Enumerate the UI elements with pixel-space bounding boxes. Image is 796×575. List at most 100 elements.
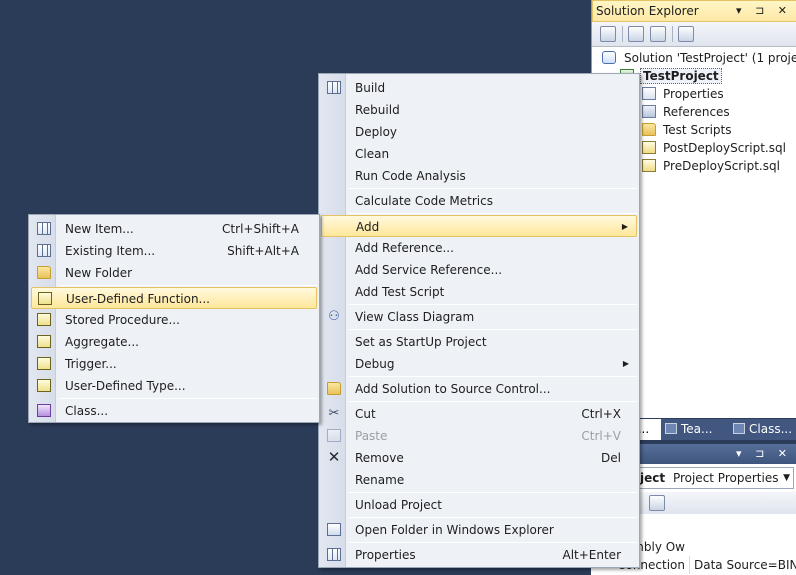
menu-item-shortcut: Alt+Enter [562,548,621,562]
properties-icon [642,87,656,100]
tree-item-postdeployscript[interactable]: PostDeployScript.sql [642,139,786,157]
menu-item-label: Paste [355,429,388,443]
menu-item-label: Clean [355,147,390,161]
menu-item-open-folder[interactable]: Open Folder in Windows Explorer [321,519,637,541]
solution-explorer-title: Solution Explorer [596,4,699,18]
menu-item-debug[interactable]: Debug ▶ [321,353,637,375]
menu-separator [349,401,637,402]
menu-item-shortcut: Del [601,451,621,465]
menu-item-properties[interactable]: Properties Alt+Enter [321,544,637,566]
team-explorer-icon [665,423,677,434]
build-icon [327,81,341,94]
menu-item-add[interactable]: Add ▶ [321,215,637,237]
menu-item-calculate-code-metrics[interactable]: Calculate Code Metrics [321,190,637,212]
menu-item-run-code-analysis[interactable]: Run Code Analysis [321,165,637,187]
menu-item-rebuild[interactable]: Rebuild [321,99,637,121]
menu-item-class[interactable]: Class... [31,400,317,422]
menu-item-label: Debug [355,357,395,371]
open-folder-icon [327,523,341,536]
menu-separator [349,376,637,377]
menu-item-add-service-reference[interactable]: Add Service Reference... [321,259,637,281]
menu-item-label: Calculate Code Metrics [355,194,493,208]
menu-item-label: View Class Diagram [355,310,475,324]
panel-window-controls[interactable]: ▾ ⊐ ✕ [736,1,792,21]
menu-item-label: Open Folder in Windows Explorer [355,523,554,537]
menu-item-unload-project[interactable]: Unload Project [321,494,637,516]
remove-icon: ✕ [327,448,341,466]
tree-item-solution[interactable]: Solution 'TestProject' (1 project) [602,49,796,67]
menu-item-label: Deploy [355,125,398,139]
trigger-icon [37,357,51,370]
menu-item-aggregate[interactable]: Aggregate... [31,331,317,353]
tab-team-explorer[interactable]: Tea... [665,419,712,440]
show-all-files-icon[interactable] [628,26,644,42]
menu-item-paste: Paste Ctrl+V [321,425,637,447]
tree-item-predeployscript[interactable]: PreDeployScript.sql [642,157,780,175]
menu-separator [349,517,637,518]
menu-item-shortcut: Ctrl+Shift+A [222,222,299,236]
menu-item-remove[interactable]: ✕ Remove Del [321,447,637,469]
menu-item-label: Trigger... [65,357,117,371]
solution-explorer-title-bar: Solution Explorer ▾ ⊐ ✕ [592,0,796,22]
menu-item-label: Unload Project [355,498,442,512]
refresh-icon[interactable] [650,26,666,42]
tree-item-test-scripts[interactable]: Test Scripts [642,121,732,139]
tree-item-label: PreDeployScript.sql [663,159,780,173]
menu-separator [349,213,637,214]
menu-separator [349,304,637,305]
tree-item-label: PostDeployScript.sql [663,141,786,155]
view-class-diagram-toolbar-icon[interactable] [678,26,694,42]
class-view-icon [733,423,745,434]
user-type-icon [37,379,51,392]
menu-item-shortcut: Shift+Alt+A [227,244,299,258]
menu-separator [59,398,317,399]
menu-item-rename[interactable]: Rename [321,469,637,491]
tree-item-references[interactable]: References [642,103,730,121]
selector-object-type: Project Properties [672,471,779,485]
menu-item-label: Existing Item... [65,244,156,258]
tab-class-view[interactable]: Class... [733,419,792,440]
class-icon [37,404,51,417]
menu-separator [349,492,637,493]
menu-item-trigger[interactable]: Trigger... [31,353,317,375]
panel-window-controls[interactable]: ▾ ⊐ ✕ [736,444,792,464]
menu-item-build[interactable]: Build [321,77,637,99]
menu-item-new-item[interactable]: New Item... Ctrl+Shift+A [31,218,317,240]
menu-item-user-defined-function[interactable]: User-Defined Function... [31,287,317,309]
paste-icon [327,429,341,442]
menu-item-label: Rebuild [355,103,400,117]
menu-item-set-startup-project[interactable]: Set as StartUp Project [321,331,637,353]
menu-item-add-to-source-control[interactable]: Add Solution to Source Control... [321,378,637,400]
menu-item-label: Class... [65,404,109,418]
menu-item-view-class-diagram[interactable]: ⚇ View Class Diagram [321,306,637,328]
menu-item-user-defined-type[interactable]: User-Defined Type... [31,375,317,397]
menu-item-new-folder[interactable]: New Folder [31,262,317,284]
properties-toolbar-icon[interactable] [600,26,616,42]
submenu-arrow-icon: ▶ [621,222,628,231]
tree-item-label: TestProject [640,68,722,84]
menu-item-label: New Folder [65,266,133,280]
property-pages-icon[interactable] [649,495,665,511]
chevron-down-icon[interactable]: ▼ [783,468,790,488]
property-value[interactable]: Data Source=BINA- [689,556,796,574]
menu-separator [349,329,637,330]
menu-separator [59,285,317,286]
menu-item-add-test-script[interactable]: Add Test Script [321,281,637,303]
new-item-icon [37,222,51,235]
solution-explorer-toolbar [592,22,796,47]
menu-item-existing-item[interactable]: Existing Item... Shift+Alt+A [31,240,317,262]
menu-item-stored-procedure[interactable]: Stored Procedure... [31,309,317,331]
menu-item-add-reference[interactable]: Add Reference... [321,237,637,259]
menu-item-clean[interactable]: Clean [321,143,637,165]
tree-item-properties[interactable]: Properties [642,85,724,103]
class-diagram-icon: ⚇ [328,309,340,324]
sql-file-icon [642,159,656,172]
folder-icon [642,123,656,136]
menu-separator [349,542,637,543]
selector-object-name: ject [640,471,666,485]
menu-item-label: Set as StartUp Project [355,335,487,349]
new-folder-icon [37,266,51,279]
menu-item-cut[interactable]: ✂ Cut Ctrl+X [321,403,637,425]
menu-item-label: Cut [355,407,376,421]
menu-item-deploy[interactable]: Deploy [321,121,637,143]
